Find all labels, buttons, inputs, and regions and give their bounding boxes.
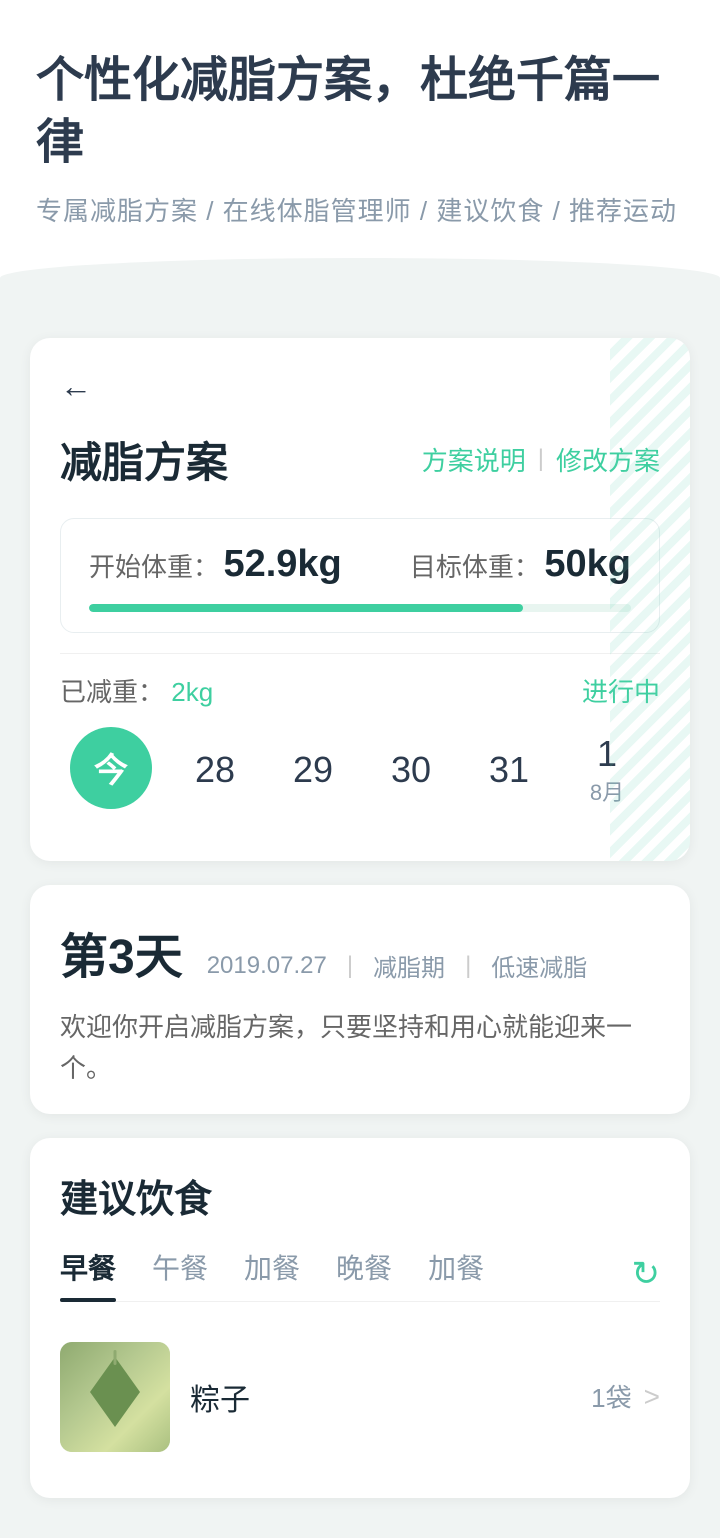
tab-dinner[interactable]: 晚餐 — [336, 1247, 392, 1301]
tab-snack1[interactable]: 加餐 — [244, 1247, 300, 1301]
date-item-31[interactable]: 31 — [474, 749, 544, 791]
date-item-30[interactable]: 30 — [376, 749, 446, 791]
date-today[interactable]: 今 — [70, 727, 152, 813]
action-divider: | — [538, 445, 544, 473]
lost-label: 已减重： — [60, 677, 164, 707]
date-num-28: 28 — [195, 749, 235, 791]
day-date: 2019.07.27 — [207, 952, 327, 980]
lost-value: 2kg — [171, 677, 213, 707]
day-section: 第3天 2019.07.27 | 减脂期 | 低速减脂 欢迎你开启减脂方案，只要… — [30, 885, 690, 1114]
meal-tabs: 早餐 午餐 加餐 晚餐 加餐 ↻ — [60, 1247, 660, 1302]
day-title: 第3天 — [60, 917, 183, 987]
start-weight-label: 开始体重： — [89, 552, 219, 582]
refresh-icon[interactable]: ↻ — [632, 1254, 661, 1294]
start-weight-group: 开始体重： 52.9kg — [89, 543, 342, 586]
plan-modify-link[interactable]: 修改方案 — [556, 441, 660, 478]
plan-explain-link[interactable]: 方案说明 — [422, 441, 526, 478]
tab-snack2[interactable]: 加餐 — [428, 1247, 484, 1301]
food-image-zongzi — [60, 1342, 170, 1452]
header-section: 个性化减脂方案，杜绝千篇一律 专属减脂方案 / 在线体脂管理师 / 建议饮食 /… — [0, 0, 720, 258]
date-num-31: 31 — [489, 749, 529, 791]
day-header: 第3天 2019.07.27 | 减脂期 | 低速减脂 — [60, 917, 660, 987]
wave-divider — [0, 258, 720, 318]
target-weight-label: 目标体重： — [410, 552, 540, 582]
food-name: 粽子 — [190, 1384, 250, 1417]
lost-weight-info: 已减重： 2kg — [60, 672, 213, 709]
status-row: 已减重： 2kg 进行中 — [60, 653, 660, 709]
food-info: 粽子 — [190, 1375, 571, 1419]
start-weight-value: 52.9kg — [223, 543, 341, 585]
tab-breakfast[interactable]: 早餐 — [60, 1247, 116, 1301]
date-month-1: 8月 — [590, 775, 624, 807]
date-item-28[interactable]: 28 — [180, 749, 250, 791]
food-item[interactable]: 粽子 1袋 > — [60, 1326, 660, 1468]
chevron-right-icon[interactable]: > — [644, 1381, 660, 1413]
food-right: 1袋 > — [591, 1378, 660, 1415]
food-section-title: 建议饮食 — [60, 1168, 660, 1223]
food-section: 建议饮食 早餐 午餐 加餐 晚餐 加餐 ↻ 粽子 1袋 > — [30, 1138, 690, 1498]
weight-progress-track — [89, 604, 631, 612]
status-badge: 进行中 — [582, 672, 660, 709]
header-title: 个性化减脂方案，杜绝千篇一律 — [36, 50, 684, 175]
target-weight-value: 50kg — [544, 543, 631, 585]
today-circle: 今 — [70, 727, 152, 809]
date-num-29: 29 — [293, 749, 333, 791]
day-period: 减脂期 — [373, 948, 445, 983]
tab-lunch[interactable]: 午餐 — [152, 1247, 208, 1301]
day-meta: 2019.07.27 | 减脂期 | 低速减脂 — [207, 948, 588, 983]
back-button[interactable]: ← — [60, 368, 92, 405]
header-subtitle: 专属减脂方案 / 在线体脂管理师 / 建议饮食 / 推荐运动 — [36, 191, 684, 228]
date-item-1[interactable]: 1 8月 — [572, 733, 642, 807]
day-meta-divider-2: | — [465, 952, 471, 980]
date-item-29[interactable]: 29 — [278, 749, 348, 791]
plan-card: ← 减脂方案 方案说明 | 修改方案 开始体重： 52.9kg 目标体重： 50… — [30, 338, 690, 861]
date-num-1: 1 — [597, 733, 617, 775]
target-weight-group: 目标体重： 50kg — [410, 543, 631, 586]
food-quantity: 1袋 — [591, 1378, 631, 1415]
main-content: ← 减脂方案 方案说明 | 修改方案 开始体重： 52.9kg 目标体重： 50… — [0, 318, 720, 1538]
day-phase: 低速减脂 — [491, 948, 587, 983]
date-strip: 今 28 29 30 31 1 8月 — [60, 709, 660, 831]
weight-row: 开始体重： 52.9kg 目标体重： 50kg — [89, 543, 631, 586]
plan-actions: 方案说明 | 修改方案 — [422, 441, 660, 478]
day-meta-divider: | — [347, 952, 353, 980]
weight-info-box: 开始体重： 52.9kg 目标体重： 50kg — [60, 518, 660, 633]
plan-title: 减脂方案 — [60, 429, 228, 490]
date-num-30: 30 — [391, 749, 431, 791]
day-description: 欢迎你开启减脂方案，只要坚持和用心就能迎来一个。 — [60, 1007, 660, 1090]
food-image — [60, 1342, 170, 1452]
card-header-row: 减脂方案 方案说明 | 修改方案 — [60, 429, 660, 490]
weight-progress-bar — [89, 604, 523, 612]
